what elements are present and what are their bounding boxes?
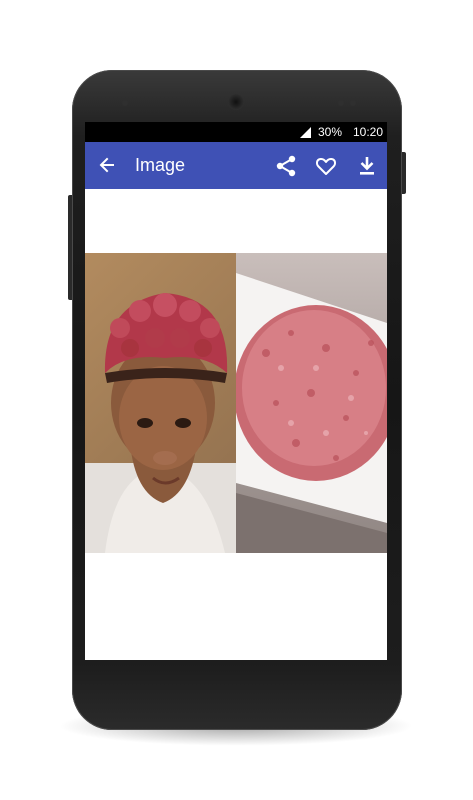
app-bar: Image	[85, 142, 387, 189]
light-sensor	[350, 100, 356, 106]
signal-icon	[300, 127, 311, 138]
page-title: Image	[135, 155, 186, 175]
status-clock: 10:20	[353, 125, 384, 139]
earpiece-speaker	[228, 94, 244, 110]
right-photo	[234, 253, 387, 553]
back-arrow-icon[interactable]	[97, 155, 117, 175]
battery-level: 30%	[318, 125, 343, 139]
proximity-sensor	[338, 100, 344, 106]
download-icon[interactable]	[355, 154, 379, 178]
front-camera	[122, 100, 128, 106]
share-icon[interactable]	[274, 154, 298, 178]
phone-screen: 30% 10:20 Image	[85, 122, 387, 660]
image-viewer[interactable]	[85, 253, 387, 553]
status-bar: 30% 10:20	[85, 122, 387, 142]
favorite-heart-icon[interactable]	[314, 154, 338, 178]
left-photo	[85, 253, 236, 553]
